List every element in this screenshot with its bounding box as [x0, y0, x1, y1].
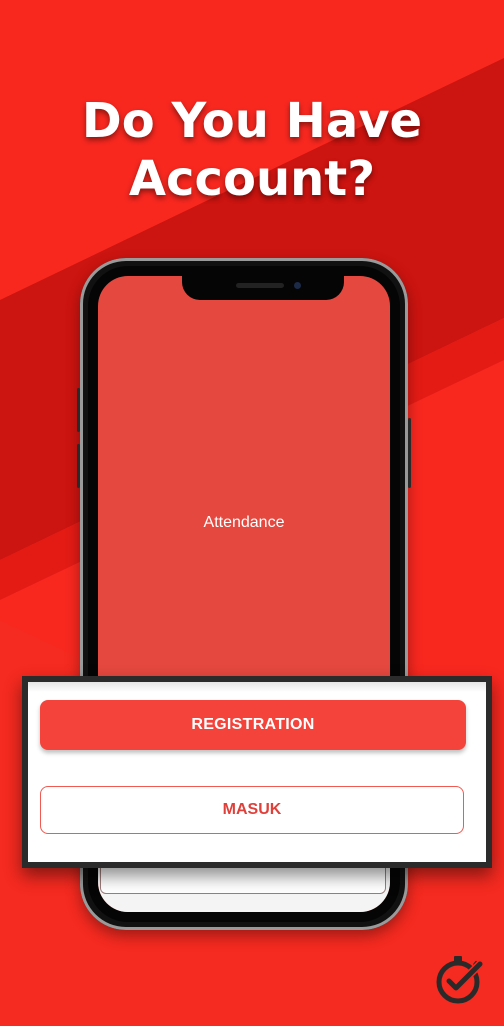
headline-line-1: Do You Have — [81, 93, 423, 149]
headline: Do You Have Account? — [0, 92, 504, 208]
camera-icon — [294, 282, 301, 289]
headline-line-2: Account? — [128, 151, 376, 207]
app-title: Attendance — [203, 514, 285, 531]
phone-notch — [182, 276, 344, 300]
registration-button[interactable]: REGISTRATION — [40, 700, 466, 750]
phone-volume-button — [77, 444, 80, 488]
clock-check-logo-icon — [436, 956, 484, 1004]
phone-power-button — [408, 418, 411, 488]
zoomed-button-panel: REGISTRATION MASUK — [22, 676, 492, 868]
phone-volume-button — [77, 388, 80, 432]
masuk-button[interactable]: MASUK — [40, 786, 464, 834]
speaker-icon — [236, 283, 284, 288]
panel-top-edge — [28, 682, 486, 692]
